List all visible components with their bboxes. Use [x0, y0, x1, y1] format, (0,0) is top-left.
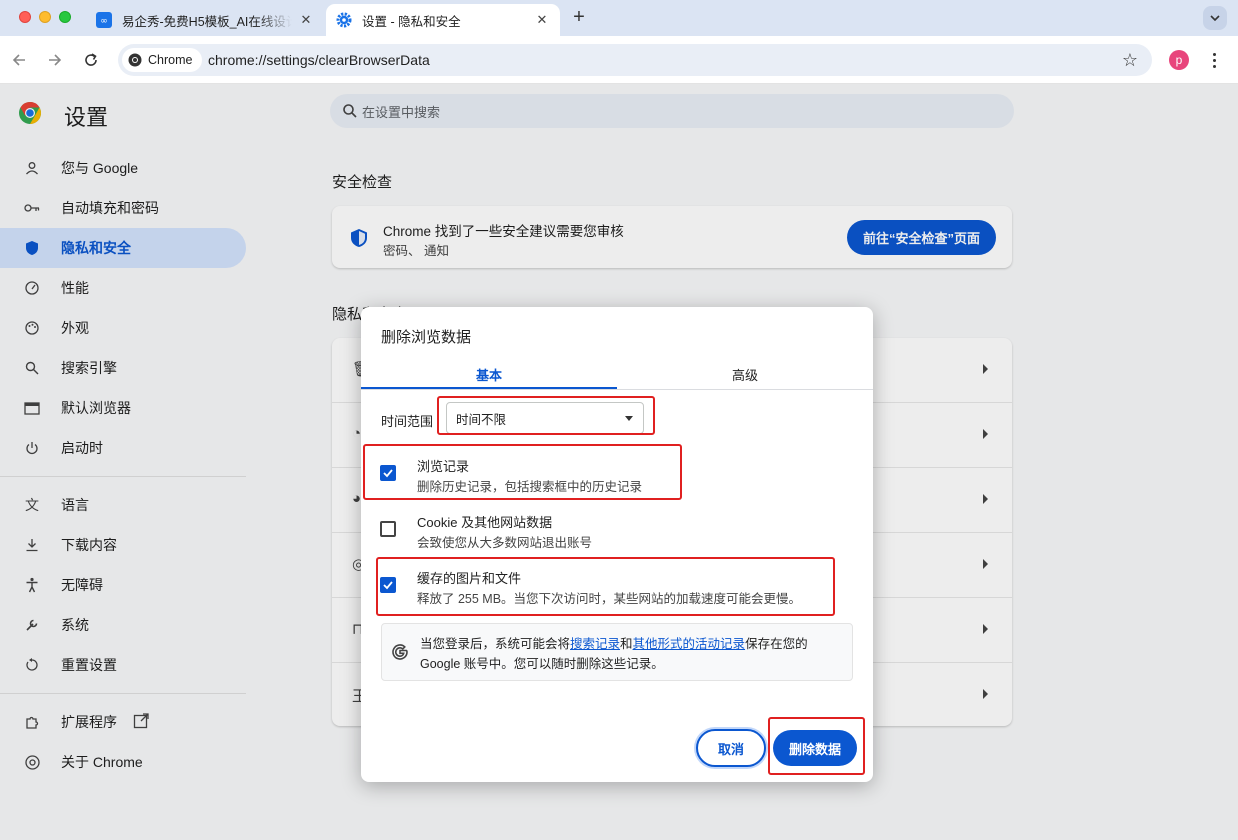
tab-yiqixiu[interactable]: ∞ 易企秀-免费H5模板_AI在线设计 ✕ [86, 4, 324, 36]
tab-search-button[interactable] [1203, 6, 1227, 30]
window-zoom-button[interactable] [59, 11, 71, 23]
arrow-left-icon [12, 54, 25, 66]
delete-data-button[interactable]: 删除数据 [773, 730, 857, 766]
svg-text:∞: ∞ [100, 17, 108, 27]
option-title: 浏览记录 [417, 459, 470, 474]
option-subtitle: 释放了 255 MB。当您下次访问时，某些网站的加载速度可能会更慢。 [417, 592, 802, 606]
google-account-info: 当您登录后，系统可能会将搜索记录和其他形式的活动记录保存在您的 Google 账… [381, 623, 853, 681]
time-range-value: 时间不限 [456, 412, 507, 427]
window-minimize-button[interactable] [39, 11, 51, 23]
time-range-select[interactable]: 时间不限 [446, 402, 644, 434]
option-title: Cookie 及其他网站数据 [417, 515, 553, 530]
new-tab-button[interactable]: + [569, 7, 589, 28]
tab-settings[interactable]: 设置 - 隐私和安全 ✕ [326, 4, 560, 36]
browsing-history-checkbox[interactable] [380, 465, 396, 481]
option-title: 缓存的图片和文件 [417, 571, 522, 586]
check-icon [383, 469, 393, 478]
tab-divider [361, 389, 873, 390]
cancel-button[interactable]: 取消 [696, 729, 766, 767]
reload-button[interactable] [81, 50, 101, 70]
arrow-right-icon [49, 54, 62, 66]
address-bar[interactable]: Chrome chrome://settings/clearBrowserDat… [118, 44, 1152, 76]
chrome-icon [128, 53, 142, 67]
tab-advanced[interactable]: 高级 [617, 359, 873, 389]
cached-files-checkbox[interactable] [380, 577, 396, 593]
dialog-title: 删除浏览数据 [381, 329, 472, 346]
tab-title: 设置 - 隐私和安全 [362, 14, 461, 29]
option-cookies[interactable]: Cookie 及其他网站数据 会致使您从大多数网站退出账号 [361, 510, 873, 554]
cookies-checkbox[interactable] [380, 521, 396, 537]
other-activity-link[interactable]: 其他形式的活动记录 [633, 637, 746, 651]
back-button[interactable] [9, 50, 29, 70]
close-icon[interactable]: ✕ [298, 12, 314, 28]
toolbar: Chrome chrome://settings/clearBrowserDat… [0, 36, 1238, 84]
option-cached-files[interactable]: 缓存的图片和文件 释放了 255 MB。当您下次访问时，某些网站的加载速度可能会… [361, 566, 873, 610]
site-info-chip[interactable]: Chrome [122, 48, 203, 72]
chevron-down-icon [1210, 15, 1220, 21]
close-icon[interactable]: ✕ [534, 12, 550, 28]
url-text[interactable]: chrome://settings/clearBrowserData [208, 52, 430, 68]
dropdown-caret-icon [625, 416, 633, 421]
search-history-link[interactable]: 搜索记录 [570, 637, 620, 651]
chip-label: Chrome [148, 53, 193, 67]
tab-strip: ∞ 易企秀-免费H5模板_AI在线设计 ✕ 设置 - 隐私和安全 ✕ + [0, 0, 1238, 36]
forward-button[interactable] [45, 50, 65, 70]
reload-icon [85, 53, 97, 66]
settings-gear-icon [336, 12, 352, 28]
yiqixiu-icon: ∞ [96, 12, 112, 28]
option-browsing-history[interactable]: 浏览记录 删除历史记录，包括搜索框中的历史记录 [361, 454, 873, 498]
check-icon [383, 581, 393, 590]
google-info-text: 当您登录后，系统可能会将搜索记录和其他形式的活动记录保存在您的 Google 账… [420, 634, 840, 674]
option-subtitle: 删除历史记录，包括搜索框中的历史记录 [417, 480, 643, 494]
info-text-part: 当您登录后，系统可能会将 [420, 637, 571, 651]
option-subtitle: 会致使您从大多数网站退出账号 [417, 536, 593, 550]
tab-title: 易企秀-免费H5模板_AI在线设计 [122, 14, 292, 29]
time-range-label: 时间范围 [381, 414, 434, 429]
clear-browsing-data-dialog: 删除浏览数据 基本 高级 时间范围 时间不限 浏览记录 删除历史记录，包括搜索框… [361, 307, 873, 782]
more-menu-icon[interactable] [1206, 48, 1222, 72]
info-text-part: 和 [620, 637, 633, 651]
profile-avatar[interactable]: p [1169, 50, 1189, 70]
tab-basic[interactable]: 基本 [361, 359, 617, 389]
window-close-button[interactable] [19, 11, 31, 23]
google-g-icon [392, 644, 408, 660]
bookmark-star-icon[interactable]: ☆ [1120, 50, 1140, 70]
